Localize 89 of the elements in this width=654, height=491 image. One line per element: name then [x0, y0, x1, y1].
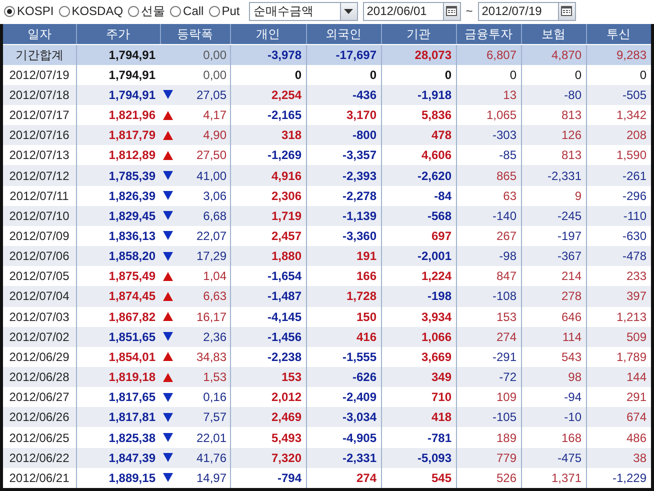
change-cell: 1,04 [203, 269, 226, 284]
column-header[interactable]: 투신 [586, 24, 651, 44]
date-cell: 2012/06/21 [3, 468, 76, 488]
price-cell: 1,785,39 [76, 165, 160, 186]
down-triangle-icon [162, 412, 172, 422]
measure-dropdown[interactable]: 순매수금액 [248, 2, 358, 20]
column-header[interactable]: 주가 [76, 24, 160, 44]
calendar-icon[interactable] [446, 6, 458, 16]
range-separator: ~ [466, 4, 473, 18]
change-cell: 6,63 [203, 289, 226, 304]
price-cell: 1,847,39 [76, 448, 160, 468]
change-cell: 14,97 [196, 470, 226, 485]
column-header[interactable]: 기관 [381, 24, 456, 44]
caret-icon [344, 8, 354, 14]
change-cell: 4,90 [203, 128, 226, 142]
change-cell: 0,00 [203, 48, 226, 62]
value-cell: -1,229 [586, 468, 651, 488]
change-cell: 1,53 [203, 370, 226, 384]
market-radio[interactable]: Call [170, 4, 204, 18]
down-triangle-icon [162, 231, 172, 240]
price-cell: 1,825,38 [76, 427, 160, 448]
up-triangle-icon [162, 150, 172, 160]
down-triangle-icon [162, 433, 172, 442]
change-cell: 22,07 [196, 228, 226, 243]
change-cell: 41,00 [196, 168, 226, 183]
down-triangle-icon [162, 392, 172, 402]
price-cell: 1,821,96 [76, 104, 160, 126]
change-cell: 3,06 [203, 188, 226, 203]
price-cell: 1,836,13 [76, 226, 160, 246]
calendar-icon[interactable] [561, 6, 572, 16]
price-cell: 1,851,65 [76, 326, 160, 347]
price-cell: 1,812,89 [76, 145, 160, 166]
market-radio[interactable]: KOSPI [4, 4, 54, 18]
up-triangle-icon [162, 352, 172, 362]
down-triangle-icon [162, 252, 172, 261]
change-cell: 41,76 [196, 450, 226, 465]
price-cell: 1,829,45 [76, 206, 160, 226]
value-cell: 274 [306, 468, 381, 488]
down-triangle-icon [162, 171, 172, 180]
down-triangle-icon [162, 191, 172, 200]
up-triangle-icon [162, 312, 172, 322]
up-triangle-icon [162, 110, 172, 120]
change-cell: 2,36 [203, 330, 226, 344]
up-triangle-icon [162, 372, 172, 382]
column-header[interactable]: 보험 [521, 24, 586, 44]
change-cell: 0,00 [203, 68, 226, 82]
price-cell: 1,826,39 [76, 186, 160, 206]
column-header[interactable]: 금융투자 [456, 24, 521, 44]
price-cell: 1,819,18 [76, 367, 160, 388]
column-header[interactable]: 일자 [3, 24, 76, 44]
down-triangle-icon [162, 473, 172, 482]
column-header[interactable]: 등락폭 [160, 24, 230, 44]
market-radio[interactable]: KOSDAQ [58, 4, 124, 18]
down-triangle-icon [162, 453, 172, 462]
change-cell: 34,83 [196, 350, 226, 364]
price-cell: 1,867,82 [76, 306, 160, 327]
start-date-field[interactable]: 2012/06/01 [362, 2, 461, 20]
value-cell: -794 [230, 468, 306, 488]
change-cell: 6,68 [203, 208, 226, 223]
column-header[interactable]: 외국인 [306, 24, 381, 44]
price-cell: 1,858,20 [76, 246, 160, 266]
price-cell: 1,889,15 [76, 468, 160, 488]
value-cell: 545 [381, 468, 456, 488]
change-cell: 4,17 [203, 108, 226, 122]
up-triangle-icon [162, 292, 172, 301]
value-cell: 1,371 [521, 468, 586, 488]
change-cell: 27,05 [196, 88, 226, 102]
change-cell: 16,17 [196, 310, 226, 324]
change-cell: 0,16 [203, 390, 226, 404]
end-date-field[interactable]: 2012/07/19 [478, 2, 576, 20]
change-cell: 17,29 [196, 249, 226, 264]
change-cell: 27,50 [196, 148, 226, 162]
price-cell: 1,854,01 [76, 346, 160, 367]
change-cell: 22,01 [196, 430, 226, 445]
price-cell: 1,874,45 [76, 286, 160, 307]
price-cell: 1,817,81 [76, 407, 160, 428]
price-cell: 1,817,65 [76, 387, 160, 408]
up-triangle-icon [162, 130, 172, 140]
value-cell: 526 [456, 468, 521, 488]
market-radio[interactable]: Put [208, 4, 240, 18]
price-cell: 1,875,49 [76, 266, 160, 286]
down-triangle-icon [162, 90, 172, 100]
down-triangle-icon [162, 211, 172, 220]
column-header[interactable]: 개인 [230, 24, 306, 44]
price-cell: 1,794,91 [76, 64, 160, 85]
down-triangle-icon [162, 332, 172, 342]
up-triangle-icon [162, 272, 172, 281]
change-cell: 7,57 [203, 410, 226, 424]
market-radio[interactable]: 선물 [128, 2, 166, 20]
